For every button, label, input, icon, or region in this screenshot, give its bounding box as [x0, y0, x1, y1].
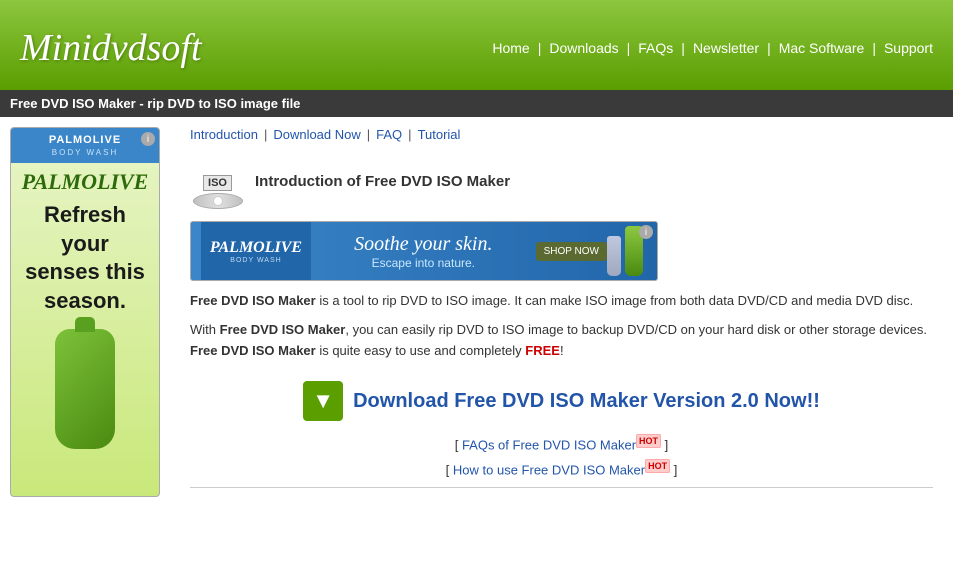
banner-escape: Escape into nature.: [372, 256, 475, 270]
logo[interactable]: Minidvdsoft: [20, 26, 202, 70]
header: Minidvdsoft Home | Downloads | FAQs | Ne…: [0, 0, 953, 90]
banner-bottle-1: [607, 236, 621, 276]
desc-text-1: is a tool to rip DVD to ISO image. It ca…: [316, 293, 914, 308]
download-section: ▼ Download Free DVD ISO Maker Version 2.…: [190, 381, 933, 421]
faq2-bracket-close: ]: [670, 462, 677, 477]
faq1-hot-badge: HOT: [636, 434, 661, 448]
sub-nav-tutorial[interactable]: Tutorial: [418, 127, 461, 142]
nav-downloads[interactable]: Downloads: [549, 40, 618, 56]
desc-para-2: With Free DVD ISO Maker, you can easily …: [190, 320, 933, 362]
nav-sep-5: |: [872, 40, 876, 56]
sub-nav-sep-3: |: [408, 127, 411, 142]
nav-faqs[interactable]: FAQs: [638, 40, 673, 56]
banner-brand-block: PALMOLIVE BODY WASH: [201, 222, 311, 280]
sidebar-ad-brand-sub: BODY WASH: [11, 148, 159, 163]
banner-shop-btn[interactable]: SHOP NOW: [536, 242, 607, 261]
desc-exclaim: !: [560, 343, 564, 358]
ad-banner[interactable]: i PALMOLIVE BODY WASH Soothe your skin. …: [190, 221, 658, 281]
sidebar-ad-palmolive-logo: PALMOLIVE: [22, 169, 149, 195]
desc-bold-2: Free DVD ISO Maker: [220, 322, 346, 337]
sidebar: i PALMOLIVE BODY WASH PALMOLIVE Refresh …: [0, 117, 170, 567]
nav-home[interactable]: Home: [492, 40, 529, 56]
desc-pre-2: With: [190, 322, 220, 337]
iso-label: ISO: [203, 175, 232, 191]
sub-nav-introduction[interactable]: Introduction: [190, 127, 258, 142]
sub-nav-sep-2: |: [367, 127, 370, 142]
description: Free DVD ISO Maker is a tool to rip DVD …: [190, 291, 933, 361]
desc-free: FREE: [525, 343, 560, 358]
faq2-bracket-open: [: [446, 462, 453, 477]
breadcrumb: Free DVD ISO Maker - rip DVD to ISO imag…: [0, 90, 953, 117]
product-title: Introduction of Free DVD ISO Maker: [255, 173, 510, 190]
desc-para-1: Free DVD ISO Maker is a tool to rip DVD …: [190, 291, 933, 312]
faq2-hot-badge: HOT: [645, 459, 670, 473]
nav-sep-4: |: [767, 40, 771, 56]
faq1-bracket-close: ]: [661, 438, 668, 453]
nav-support[interactable]: Support: [884, 40, 933, 56]
banner-brand-name: PALMOLIVE: [210, 239, 302, 257]
sub-nav-faq[interactable]: FAQ: [376, 127, 402, 142]
nav-mac-software[interactable]: Mac Software: [779, 40, 865, 56]
nav: Home | Downloads | FAQs | Newsletter | M…: [492, 40, 933, 56]
content-wrapper: i PALMOLIVE BODY WASH PALMOLIVE Refresh …: [0, 117, 953, 567]
sidebar-ad-info-icon[interactable]: i: [141, 132, 155, 146]
faq-link-2[interactable]: How to use Free DVD ISO Maker: [453, 462, 645, 477]
nav-sep-2: |: [627, 40, 631, 56]
nav-newsletter[interactable]: Newsletter: [693, 40, 759, 56]
desc-mid-2: , you can easily rip DVD to ISO image to…: [345, 322, 927, 337]
sub-nav-sep-1: |: [264, 127, 267, 142]
download-title[interactable]: Download Free DVD ISO Maker Version 2.0 …: [353, 390, 820, 413]
sidebar-ad-tagline: Refresh your senses this season.: [11, 197, 159, 319]
nav-sep-3: |: [681, 40, 685, 56]
sub-nav: Introduction | Download Now | FAQ | Tuto…: [190, 127, 933, 142]
iso-disc: [193, 193, 243, 209]
sidebar-ad-bottle: [55, 329, 115, 449]
download-icon: ▼: [303, 381, 343, 421]
banner-info-icon[interactable]: i: [639, 225, 653, 239]
section-divider: [190, 487, 933, 488]
iso-icon: ISO: [190, 154, 245, 209]
desc-bold-3: Free DVD ISO Maker: [190, 343, 316, 358]
faq-link-1[interactable]: FAQs of Free DVD ISO Maker: [462, 438, 636, 453]
banner-soothe: Soothe your skin.: [354, 233, 492, 256]
banner-text-block: Soothe your skin. Escape into nature.: [311, 233, 536, 270]
desc-bold-1: Free DVD ISO Maker: [190, 293, 316, 308]
main-content: Introduction | Download Now | FAQ | Tuto…: [170, 117, 953, 567]
sub-nav-download-now[interactable]: Download Now: [273, 127, 360, 142]
banner-palmolive: PALMOLIVE BODY WASH Soothe your skin. Es…: [191, 222, 657, 280]
nav-sep-1: |: [538, 40, 542, 56]
banner-brand-sub: BODY WASH: [230, 257, 281, 264]
breadcrumb-text: Free DVD ISO Maker - rip DVD to ISO imag…: [10, 96, 300, 111]
desc-end-2: is quite easy to use and completely: [316, 343, 526, 358]
faq-link-row-2: [ How to use Free DVD ISO MakerHOT ]: [190, 461, 933, 477]
product-header: ISO Introduction of Free DVD ISO Maker: [190, 154, 933, 209]
faq1-bracket-open: [: [455, 438, 462, 453]
sidebar-ad-brand: PALMOLIVE: [11, 128, 159, 148]
download-arrow-icon: ▼: [312, 388, 334, 414]
sidebar-ad: i PALMOLIVE BODY WASH PALMOLIVE Refresh …: [10, 127, 160, 497]
faq-link-row-1: [ FAQs of Free DVD ISO MakerHOT ]: [190, 436, 933, 452]
